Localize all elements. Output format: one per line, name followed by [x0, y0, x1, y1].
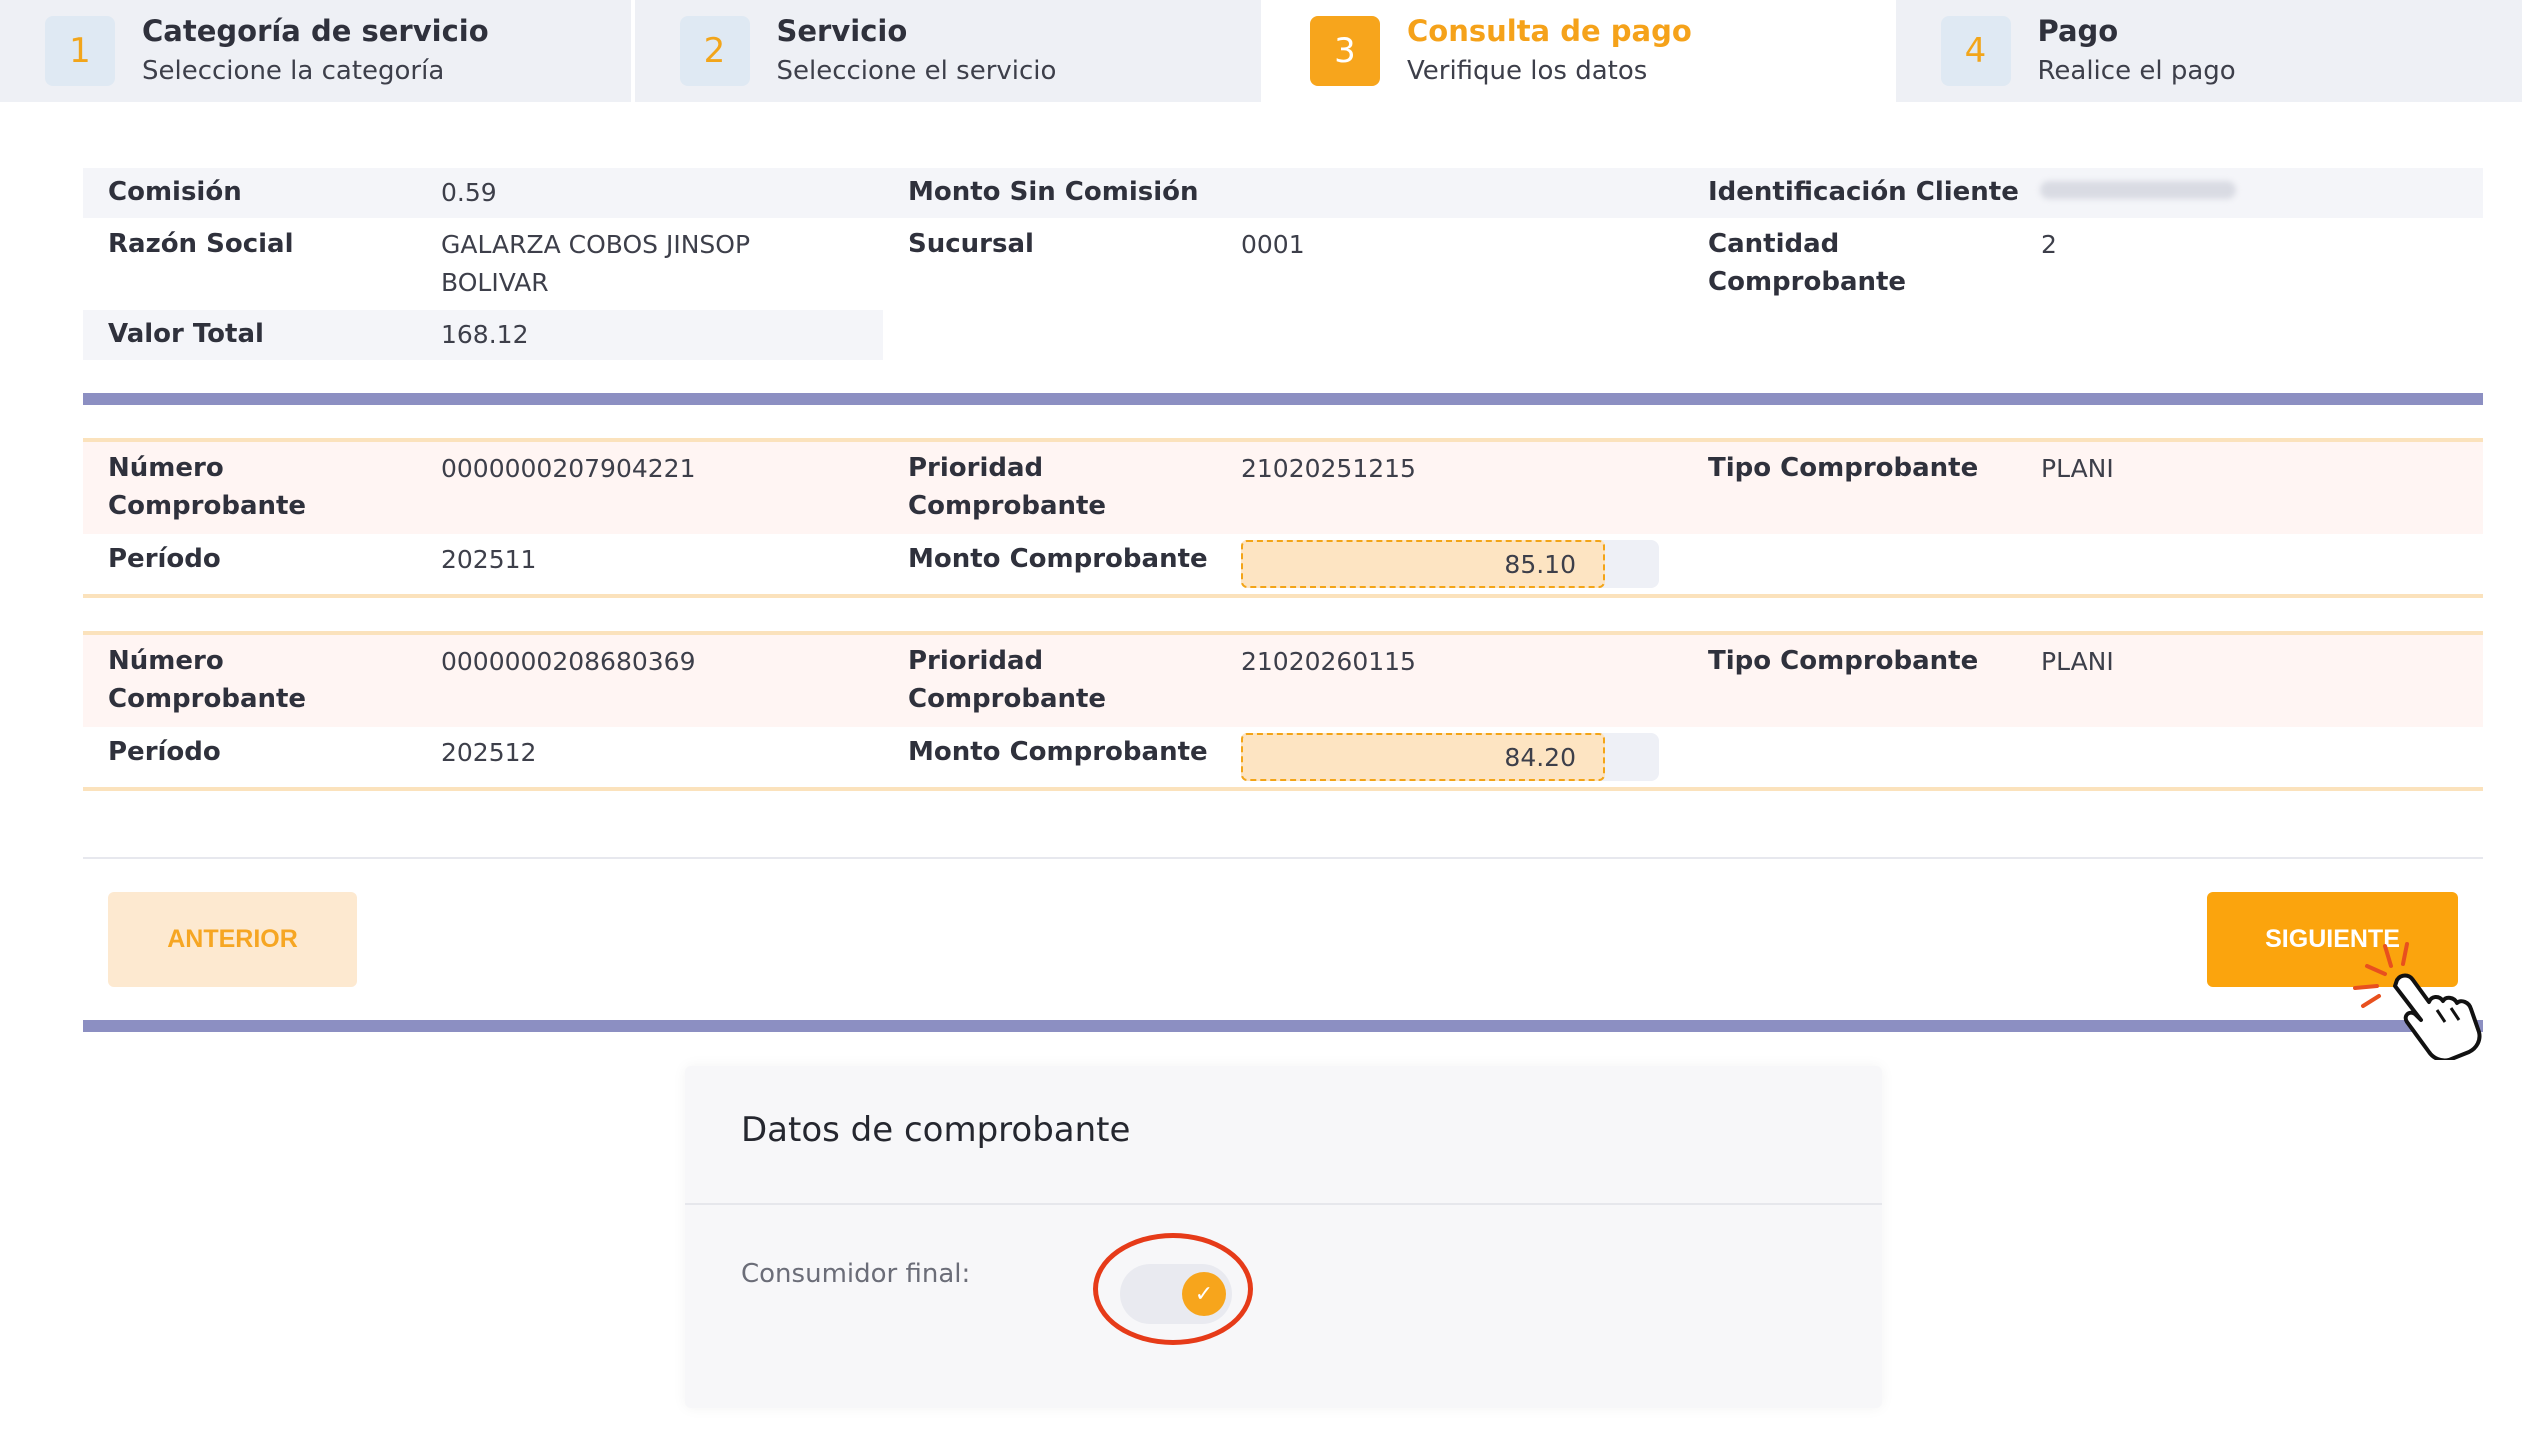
consumidor-final-label: Consumidor final: — [741, 1259, 971, 1289]
step-number: 2 — [679, 16, 750, 86]
prioridad-comprobante-label-line1: Prioridad — [908, 646, 1044, 676]
monto-comprobante-label: Monto Comprobante — [908, 737, 1208, 767]
highlight-circle — [1093, 1233, 1253, 1345]
cantidad-comprobante-value: 2 — [2041, 230, 2057, 259]
step-number: 4 — [1940, 16, 2011, 86]
step-number: 3 — [1310, 16, 1380, 86]
comision-label: Comisión — [108, 177, 242, 207]
step-subtitle: Verifique los datos — [1407, 56, 1648, 86]
step-title: Consulta de pago — [1407, 14, 1692, 48]
step-subtitle: Seleccione la categoría — [142, 56, 445, 86]
datos-comprobante-card: Datos de comprobante Consumidor final: ✓ — [685, 1066, 1882, 1408]
valor-total-label: Valor Total — [108, 319, 264, 349]
step-title: Servicio — [776, 14, 908, 48]
monto-comprobante-field[interactable]: 84.20 — [1241, 733, 1659, 781]
tipo-comprobante-label: Tipo Comprobante — [1708, 646, 1979, 676]
monto-comprobante-value[interactable]: 84.20 — [1241, 733, 1605, 781]
prioridad-comprobante-value: 21020251215 — [1241, 454, 1416, 483]
tipo-comprobante-value: PLANI — [2041, 454, 2114, 483]
step-subtitle: Seleccione el servicio — [776, 56, 1057, 86]
valor-total-value: 168.12 — [441, 320, 529, 349]
prioridad-comprobante-label-line2: Comprobante — [908, 491, 1107, 521]
numero-comprobante-label-line2: Comprobante — [108, 684, 307, 714]
prioridad-comprobante-label-line1: Prioridad — [908, 453, 1044, 483]
monto-comprobante-label: Monto Comprobante — [908, 544, 1208, 574]
step-servicio[interactable]: 2 Servicio Seleccione el servicio — [630, 0, 1261, 102]
comprobante-border-bottom — [83, 594, 2483, 598]
monto-comprobante-value[interactable]: 85.10 — [1241, 540, 1605, 588]
razon-social-label: Razón Social — [108, 229, 294, 259]
card-divider — [685, 1203, 1882, 1205]
periodo-value: 202511 — [441, 545, 537, 574]
actions-separator — [83, 857, 2483, 859]
step-consulta-de-pago[interactable]: 3 Consulta de pago Verifique los datos — [1261, 0, 1892, 102]
razon-social-value-line2: BOLIVAR — [441, 268, 549, 297]
section-divider — [83, 1020, 2483, 1032]
pointer-hand-icon — [2353, 942, 2482, 1060]
step-title: Pago — [2037, 14, 2119, 48]
sucursal-label: Sucursal — [908, 229, 1034, 259]
cantidad-comprobante-label-line2: Comprobante — [1708, 267, 1907, 297]
numero-comprobante-label-line1: Número — [108, 453, 224, 483]
stepper: 1 Categoría de servicio Seleccione la ca… — [0, 0, 2522, 102]
numero-comprobante-label-line1: Número — [108, 646, 224, 676]
card-title: Datos de comprobante — [741, 1110, 1131, 1150]
cantidad-comprobante-label-line1: Cantidad — [1708, 229, 1840, 259]
monto-sin-comision-label: Monto Sin Comisión — [908, 177, 1199, 207]
step-pago[interactable]: 4 Pago Realice el pago — [1891, 0, 2522, 102]
step-title: Categoría de servicio — [142, 14, 489, 48]
numero-comprobante-value: 0000000207904221 — [441, 454, 696, 483]
comprobante-border-bottom — [83, 787, 2483, 791]
anterior-button[interactable]: ANTERIOR — [108, 892, 357, 987]
step-subtitle: Realice el pago — [2037, 56, 2236, 86]
monto-comprobante-field[interactable]: 85.10 — [1241, 540, 1659, 588]
numero-comprobante-value: 0000000208680369 — [441, 647, 696, 676]
periodo-value: 202512 — [441, 738, 537, 767]
identificacion-cliente-label: Identificación Cliente — [1708, 177, 2019, 207]
prioridad-comprobante-value: 21020260115 — [1241, 647, 1416, 676]
step-categoria[interactable]: 1 Categoría de servicio Seleccione la ca… — [0, 0, 631, 102]
sucursal-value: 0001 — [1241, 230, 1305, 259]
tipo-comprobante-label: Tipo Comprobante — [1708, 453, 1979, 483]
prioridad-comprobante-label-line2: Comprobante — [908, 684, 1107, 714]
step-number: 1 — [45, 16, 115, 86]
periodo-label: Período — [108, 544, 221, 574]
periodo-label: Período — [108, 737, 221, 767]
tipo-comprobante-value: PLANI — [2041, 647, 2114, 676]
comision-value: 0.59 — [441, 178, 497, 207]
numero-comprobante-label-line2: Comprobante — [108, 491, 307, 521]
razon-social-value-line1: GALARZA COBOS JINSOP — [441, 230, 751, 259]
section-divider — [83, 393, 2483, 405]
identificacion-cliente-value-redacted — [2040, 181, 2236, 199]
